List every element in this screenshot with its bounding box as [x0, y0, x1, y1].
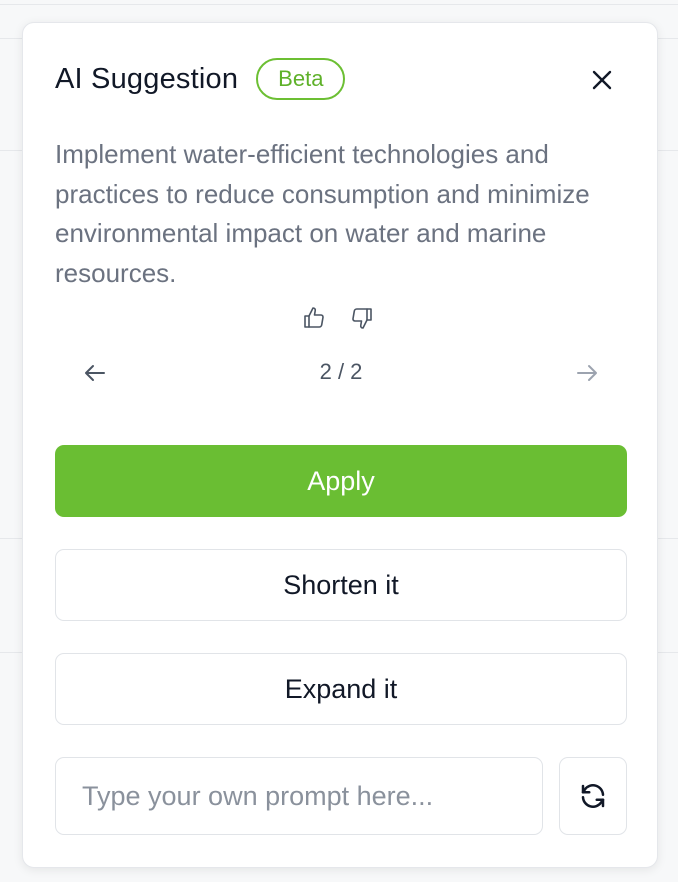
- page-counter: 2 / 2: [319, 359, 363, 384]
- apply-button[interactable]: Apply: [55, 445, 627, 517]
- thumbs-up-button[interactable]: [301, 305, 327, 331]
- prompt-input[interactable]: [55, 757, 543, 835]
- suggestion-pager: 2 / 2: [55, 355, 627, 391]
- arrow-right-icon: [577, 365, 597, 381]
- divider: [0, 4, 678, 5]
- thumbs-down-button[interactable]: [349, 305, 375, 331]
- thumbs-down-icon: [352, 308, 372, 329]
- shorten-button[interactable]: Shorten it: [55, 549, 627, 621]
- suggestion-text: Implement water-efficient technologies a…: [55, 139, 590, 288]
- feedback-controls: [301, 305, 375, 331]
- expand-button[interactable]: Expand it: [55, 653, 627, 725]
- refresh-icon: [581, 784, 605, 808]
- close-icon: [592, 70, 612, 90]
- regenerate-button[interactable]: [559, 757, 627, 835]
- close-button[interactable]: [589, 67, 615, 93]
- beta-badge: Beta: [256, 58, 346, 100]
- ai-suggestion-panel: AI Suggestion Beta Implement water-effic…: [22, 22, 658, 868]
- panel-title: AI Suggestion: [55, 62, 239, 95]
- panel-header: AI Suggestion Beta: [55, 57, 346, 101]
- thumbs-up-icon: [304, 307, 324, 328]
- next-button[interactable]: [573, 359, 601, 387]
